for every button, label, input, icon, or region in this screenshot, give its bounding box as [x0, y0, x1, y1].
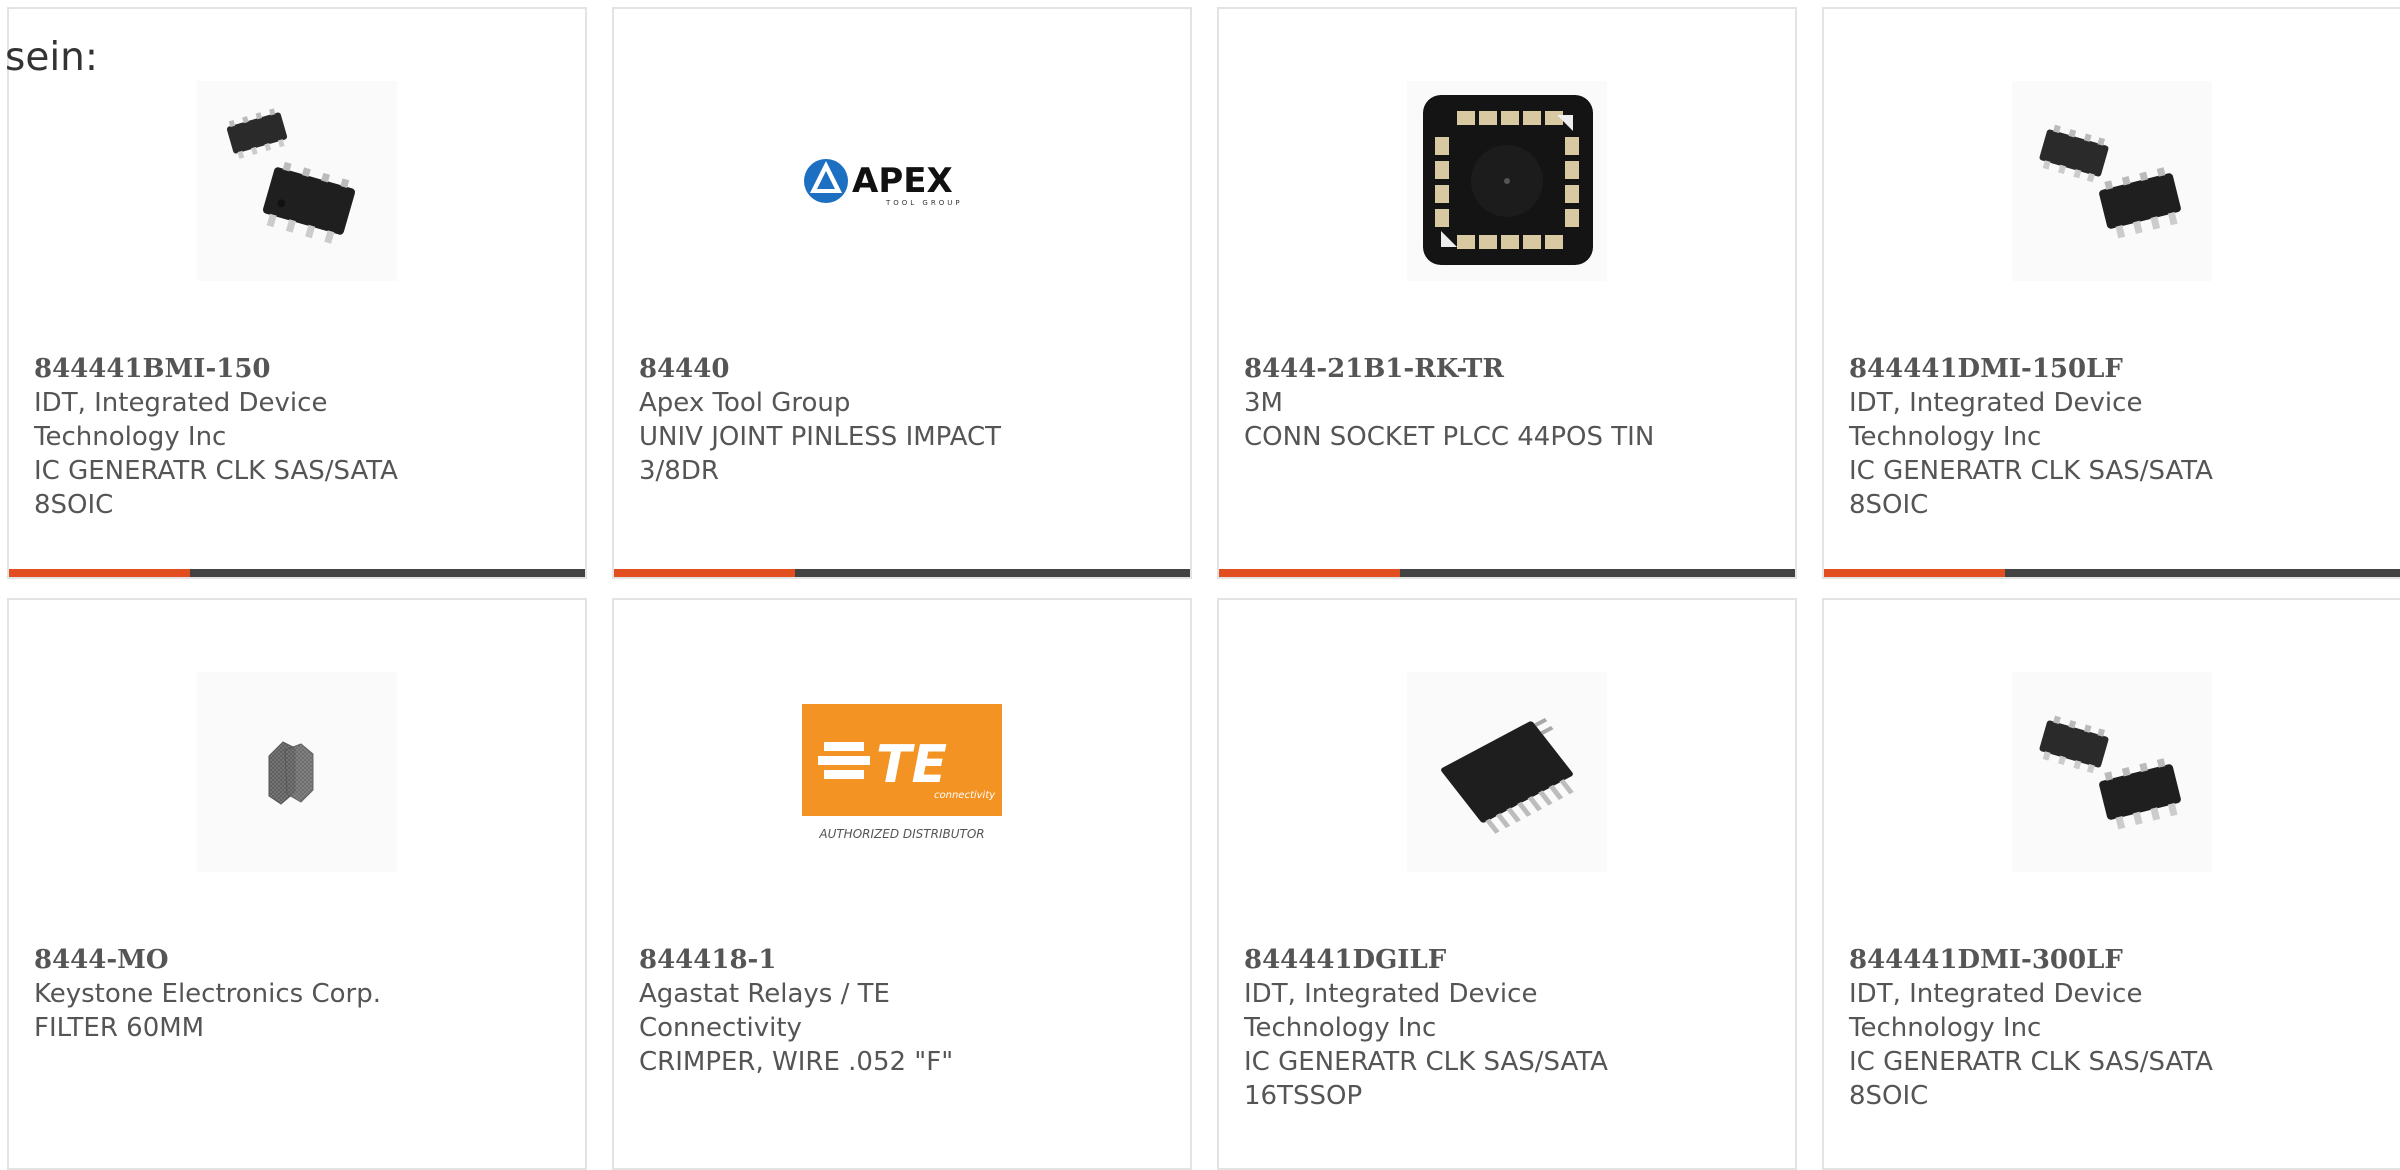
product-card[interactable]: 844441BMI-150 IDT, Integrated Device Tec… — [7, 7, 587, 579]
plcc-socket-icon — [1423, 95, 1593, 265]
product-image[interactable] — [197, 81, 397, 281]
card-footer-bar — [9, 569, 585, 577]
soic-chip-icon — [226, 108, 356, 244]
apex-logo-icon: APEX TOOL GROUP — [804, 159, 963, 207]
product-card[interactable]: APEX TOOL GROUP 84440 Apex Tool Group UN… — [612, 7, 1192, 579]
manufacturer: IDT, Integrated Device Technology Inc — [1849, 979, 2143, 1043]
description: CRIMPER, WIRE .052 "F" — [639, 1047, 954, 1077]
part-number-link[interactable]: 8444-21B1-RK-TR — [1244, 352, 1664, 386]
manufacturer: IDT, Integrated Device Technology Inc — [1244, 979, 1538, 1043]
part-number-link[interactable]: 844441DMI-150LF — [1849, 352, 2269, 386]
product-image[interactable] — [2012, 672, 2212, 872]
part-number-link[interactable]: 844441DGILF — [1244, 943, 1664, 977]
description: FILTER 60MM — [34, 1013, 205, 1043]
part-number-link[interactable]: 84440 — [639, 352, 1059, 386]
svg-text:APEX: APEX — [852, 161, 953, 201]
svg-text:connectivity: connectivity — [934, 790, 996, 801]
description: IC GENERATR CLK SAS/SATA 8SOIC — [1849, 1047, 2213, 1111]
soic-chip-icon — [2039, 715, 2181, 830]
description: IC GENERATR CLK SAS/SATA 16TSSOP — [1244, 1047, 1608, 1111]
product-info: 844441DMI-300LF IDT, Integrated Device T… — [1849, 943, 2269, 1113]
part-number-link[interactable]: 844441DMI-300LF — [1849, 943, 2269, 977]
product-card[interactable]: TE connectivity AUTHORIZED DISTRIBUTOR 8… — [612, 598, 1192, 1170]
card-footer-accent — [1219, 569, 1401, 577]
card-footer-bar — [614, 569, 1190, 577]
soic-chip-icon — [2039, 124, 2181, 239]
card-footer-accent — [614, 569, 796, 577]
tssop-chip-icon — [1441, 717, 1574, 834]
description: UNIV JOINT PINLESS IMPACT 3/8DR — [639, 422, 1002, 486]
part-number-link[interactable]: 8444-MO — [34, 943, 454, 977]
manufacturer: IDT, Integrated Device Technology Inc — [34, 388, 328, 452]
manufacturer: Agastat Relays / TE Connectivity — [639, 979, 890, 1043]
stray-text: sein: — [5, 35, 99, 80]
description: IC GENERATR CLK SAS/SATA 8SOIC — [34, 456, 398, 520]
filter-mesh-icon — [268, 741, 314, 805]
manufacturer: Apex Tool Group — [639, 388, 851, 418]
card-footer-accent — [9, 569, 191, 577]
manufacturer: IDT, Integrated Device Technology Inc — [1849, 388, 2143, 452]
product-card[interactable]: 844441DMI-150LF IDT, Integrated Device T… — [1822, 7, 2400, 579]
product-info: 844418-1 Agastat Relays / TE Connectivit… — [639, 943, 1059, 1079]
product-info: 8444-MO Keystone Electronics Corp. FILTE… — [34, 943, 454, 1045]
card-footer-accent — [1824, 569, 2006, 577]
product-info: 84440 Apex Tool Group UNIV JOINT PINLESS… — [639, 352, 1059, 488]
product-image[interactable] — [1407, 672, 1607, 872]
description: IC GENERATR CLK SAS/SATA 8SOIC — [1849, 456, 2213, 520]
description: CONN SOCKET PLCC 44POS TIN — [1244, 422, 1655, 452]
svg-text:AUTHORIZED DISTRIBUTOR: AUTHORIZED DISTRIBUTOR — [818, 827, 984, 841]
product-image[interactable] — [2012, 81, 2212, 281]
te-connectivity-logo-icon: TE connectivity AUTHORIZED DISTRIBUTOR — [802, 704, 1002, 841]
manufacturer: 3M — [1244, 388, 1283, 418]
part-number-link[interactable]: 844441BMI-150 — [34, 352, 454, 386]
product-info: 8444-21B1-RK-TR 3M CONN SOCKET PLCC 44PO… — [1244, 352, 1664, 454]
svg-text:TE: TE — [876, 735, 947, 795]
product-card[interactable]: 844441DGILF IDT, Integrated Device Techn… — [1217, 598, 1797, 1170]
product-image[interactable]: APEX TOOL GROUP — [802, 81, 1002, 281]
product-card[interactable]: 8444-21B1-RK-TR 3M CONN SOCKET PLCC 44PO… — [1217, 7, 1797, 579]
svg-text:TOOL GROUP: TOOL GROUP — [885, 199, 963, 207]
product-image[interactable] — [197, 672, 397, 872]
product-info: 844441DMI-150LF IDT, Integrated Device T… — [1849, 352, 2269, 522]
product-image[interactable] — [1407, 81, 1607, 281]
manufacturer: Keystone Electronics Corp. — [34, 979, 382, 1009]
card-footer-bar — [1824, 569, 2400, 577]
product-card[interactable]: 844441DMI-300LF IDT, Integrated Device T… — [1822, 598, 2400, 1170]
product-image[interactable]: TE connectivity AUTHORIZED DISTRIBUTOR — [802, 672, 1002, 872]
product-grid: 844441BMI-150 IDT, Integrated Device Tec… — [7, 7, 2400, 1170]
product-info: 844441DGILF IDT, Integrated Device Techn… — [1244, 943, 1664, 1113]
card-footer-bar — [1219, 569, 1795, 577]
part-number-link[interactable]: 844418-1 — [639, 943, 1059, 977]
product-card[interactable]: 8444-MO Keystone Electronics Corp. FILTE… — [7, 598, 587, 1170]
product-info: 844441BMI-150 IDT, Integrated Device Tec… — [34, 352, 454, 522]
